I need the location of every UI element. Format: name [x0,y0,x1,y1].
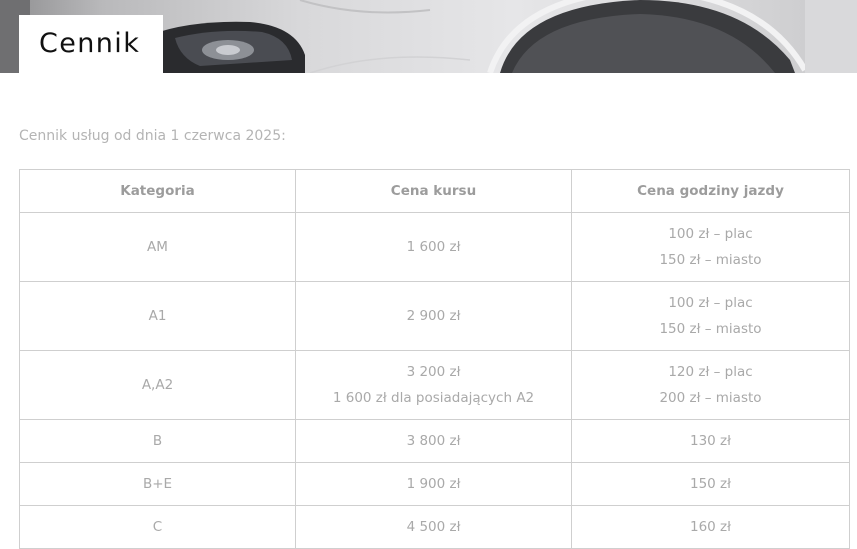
course-price-line: 3 200 zł [406,364,461,380]
table-row: AM 1 600 zł 100 zł – plac 150 zł – miast… [19,212,850,282]
course-price-cell: 3 200 zł 1 600 zł dla posiadających A2 [295,350,572,420]
table-header-row: Kategoria Cena kursu Cena godziny jazdy [19,169,850,213]
course-price-cell: 2 900 zł [295,281,572,351]
category-cell: A1 [19,281,296,351]
hour-price-line: 150 zł – miasto [659,252,762,268]
hour-price-line: 160 zł [690,519,731,535]
course-price-line: 1 900 zł [406,476,461,492]
hour-price-line: 100 zł – plac [668,226,753,242]
hour-price-cell: 100 zł – plac 150 zł – miasto [571,212,850,282]
hour-price-line: 130 zł [690,433,731,449]
course-price-cell: 3 800 zł [295,419,572,463]
price-table: Kategoria Cena kursu Cena godziny jazdy … [19,169,850,549]
table-row: C 4 500 zł 160 zł [19,505,850,549]
table-row: B+E 1 900 zł 150 zł [19,462,850,506]
course-price-note: 1 600 zł dla posiadających A2 [332,390,535,406]
category-cell: A,A2 [19,350,296,420]
category-cell: B [19,419,296,463]
course-price-line: 1 600 zł [406,239,461,255]
hour-price-cell: 120 zł – plac 200 zł – miasto [571,350,850,420]
course-price-line: 2 900 zł [406,308,461,324]
course-price-cell: 4 500 zł [295,505,572,549]
hour-price-line: 150 zł [690,476,731,492]
hour-price-line: 150 zł – miasto [659,321,762,337]
hour-price-line: 120 zł – plac [668,364,753,380]
hour-price-cell: 130 zł [571,419,850,463]
page-title-box: Cennik [19,15,163,73]
table-row: A,A2 3 200 zł 1 600 zł dla posiadających… [19,350,850,420]
category-cell: C [19,505,296,549]
column-header-course-price: Cena kursu [295,169,572,213]
hour-price-cell: 150 zł [571,462,850,506]
page-title: Cennik [39,28,141,59]
category-cell: B+E [19,462,296,506]
table-row: B 3 800 zł 130 zł [19,419,850,463]
hour-price-cell: 100 zł – plac 150 zł – miasto [571,281,850,351]
course-price-line: 4 500 zł [406,519,461,535]
column-header-hour-price: Cena godziny jazdy [571,169,850,213]
course-price-line: 3 800 zł [406,433,461,449]
column-header-category: Kategoria [19,169,296,213]
course-price-cell: 1 900 zł [295,462,572,506]
category-cell: AM [19,212,296,282]
hour-price-line: 100 zł – plac [668,295,753,311]
intro-text: Cennik usług od dnia 1 czerwca 2025: [19,128,286,144]
hour-price-line: 200 zł – miasto [659,390,762,406]
course-price-cell: 1 600 zł [295,212,572,282]
table-row: A1 2 900 zł 100 zł – plac 150 zł – miast… [19,281,850,351]
hour-price-cell: 160 zł [571,505,850,549]
